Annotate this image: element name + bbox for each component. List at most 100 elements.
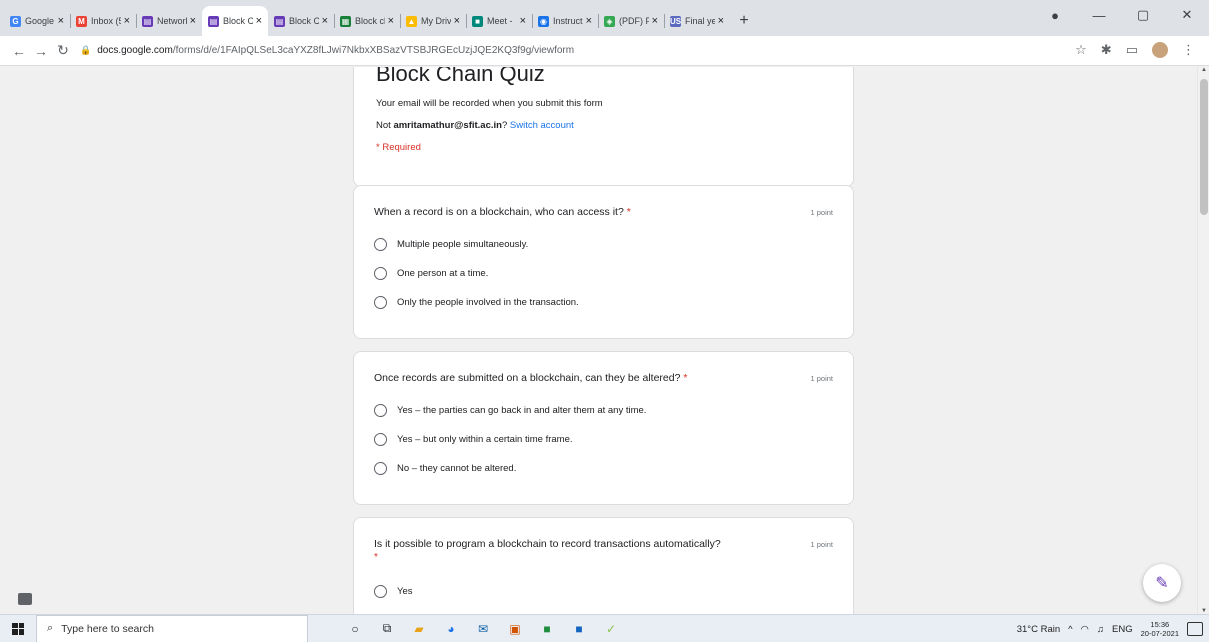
tab-title: (PDF) Fi (619, 16, 649, 26)
volume-icon[interactable]: ♫ (1097, 624, 1104, 635)
browser-tab[interactable]: G Google × (4, 6, 70, 36)
tab-favicon-icon: ▲ (406, 15, 417, 27)
required-star: * (374, 552, 378, 563)
browser-tab[interactable]: USFinal yea× (664, 6, 730, 36)
tab-close-icon[interactable]: × (454, 15, 460, 27)
radio-option[interactable]: Yes – the parties can go back in and alt… (374, 404, 833, 417)
tab-title: Block ch (355, 16, 385, 26)
profile-avatar[interactable] (1152, 42, 1168, 58)
feedback-icon[interactable] (18, 593, 32, 605)
browser-tab-strip: GGoogle×MInbox (5×▤Network×▤Block Ch×▤Bl… (0, 0, 1209, 36)
search-icon: ⌕ (47, 622, 54, 634)
close-window-button[interactable]: ✕ (1165, 7, 1209, 23)
radio-option[interactable]: Multiple people simultaneously. (374, 238, 833, 251)
tab-close-icon[interactable]: × (322, 15, 328, 27)
radio-option[interactable]: No – they cannot be altered. (374, 462, 833, 475)
language-indicator[interactable]: ENG (1112, 624, 1133, 635)
tab-close-icon[interactable]: × (718, 15, 724, 27)
app-icon-2[interactable]: ■ (570, 620, 588, 638)
tab-close-icon[interactable]: × (586, 15, 592, 27)
minimize-button[interactable]: — (1077, 8, 1121, 23)
taskbar-search-box[interactable]: ⌕ Type here to search (36, 614, 308, 642)
browser-tab[interactable]: ▤ Network× (136, 6, 202, 36)
browser-tab[interactable]: M Inbox (5 × (70, 6, 136, 36)
radio-button[interactable] (374, 267, 387, 280)
mail-icon[interactable]: ✉ (474, 620, 492, 638)
radio-button[interactable] (374, 433, 387, 446)
cortana-icon[interactable]: ○ (346, 620, 364, 638)
notification-center-icon[interactable] (1187, 622, 1203, 636)
radio-button[interactable] (374, 296, 387, 309)
bookmark-star-icon[interactable]: ☆ (1075, 42, 1087, 58)
extensions-icon[interactable]: ✱ (1101, 42, 1112, 58)
radio-option[interactable]: Yes (374, 585, 833, 598)
taskbar-apps: ○ ⧉ ▰ ◕ ✉ ▣ ■ ■ ✓ (346, 620, 620, 638)
browser-tab[interactable]: ■ Meet - × (466, 6, 532, 36)
tab-close-icon[interactable]: × (190, 15, 196, 27)
tab-title: Network (157, 16, 187, 26)
edit-pencil-icon[interactable]: ✎ (1143, 564, 1181, 602)
question-card-2: Once records are submitted on a blockcha… (353, 351, 854, 505)
task-view-icon[interactable]: ⧉ (378, 620, 396, 638)
radio-option[interactable]: Yes – but only within a certain time fra… (374, 433, 833, 446)
app-icon[interactable]: ■ (538, 620, 556, 638)
address-bar[interactable]: 🔒 docs.google.com/forms/d/e/1FAIpQLSeL3c… (80, 45, 574, 56)
new-tab-button[interactable]: + (730, 6, 758, 36)
window-controls: ● — ▢ ✕ (1033, 0, 1209, 30)
tab-close-icon[interactable]: × (124, 15, 130, 27)
url-host: docs.google.com (97, 45, 173, 56)
back-button[interactable]: ← (8, 43, 30, 59)
tab-close-icon[interactable]: × (58, 15, 64, 27)
page-viewport: Block Chain Quiz Your email will be reco… (0, 67, 1197, 614)
clock[interactable]: 15:36 20-07-2021 (1141, 620, 1179, 638)
tab-title: Meet - (487, 16, 513, 26)
browser-tab[interactable]: ▤ Block Ch× (268, 6, 334, 36)
radio-button[interactable] (374, 585, 387, 598)
browser-tab[interactable]: ◈ (PDF) Fi× (598, 6, 664, 36)
tab-close-icon[interactable]: × (256, 15, 262, 27)
edge-icon[interactable]: ◕ (442, 620, 460, 638)
page-scrollbar[interactable]: ▲ ▼ (1197, 67, 1209, 614)
tab-close-icon[interactable]: × (652, 15, 658, 27)
reading-list-icon[interactable]: ▭ (1126, 42, 1138, 58)
maximize-button[interactable]: ▢ (1121, 7, 1165, 23)
start-button[interactable] (0, 622, 36, 635)
toolbar-icons: ☆ ✱ ▭ ⋮ (1075, 42, 1195, 58)
question-points: 1 point (810, 374, 833, 383)
scrollbar-thumb[interactable] (1200, 79, 1208, 215)
tab-close-icon[interactable]: × (388, 15, 394, 27)
app-icon-3[interactable]: ✓ (602, 620, 620, 638)
tab-close-icon[interactable]: × (520, 15, 526, 27)
switch-account-link[interactable]: Switch account (510, 120, 574, 131)
option-label: Only the people involved in the transact… (397, 297, 579, 308)
system-tray: 31°C Rain ^ ◠ ♫ ENG 15:36 20-07-2021 (1017, 615, 1203, 642)
browser-tab[interactable]: ◉ Instructi × (532, 6, 598, 36)
scroll-up-icon[interactable]: ▲ (1198, 67, 1209, 73)
radio-button[interactable] (374, 404, 387, 417)
reload-button[interactable]: ↻ (52, 42, 74, 59)
option-label: No – they cannot be altered. (397, 463, 517, 474)
not-prefix: Not (376, 120, 394, 131)
radio-option[interactable]: One person at a time. (374, 267, 833, 280)
radio-button[interactable] (374, 238, 387, 251)
browser-tab[interactable]: ▤ Block Ch× (202, 6, 268, 36)
tab-title: Block Ch (223, 16, 253, 26)
weather-widget[interactable]: 31°C Rain (1017, 624, 1060, 635)
option-label: Yes – but only within a certain time fra… (397, 434, 573, 445)
browser-tab[interactable]: ▲ My Drive× (400, 6, 466, 36)
store-icon[interactable]: ▣ (506, 620, 524, 638)
question-mark: ? (501, 120, 508, 131)
option-label: Yes (397, 586, 413, 597)
menu-icon[interactable]: ⋮ (1182, 42, 1195, 58)
file-explorer-icon[interactable]: ▰ (410, 620, 428, 638)
tray-chevron-icon[interactable]: ^ (1068, 624, 1072, 635)
profile-dot-icon[interactable]: ● (1033, 8, 1077, 23)
option-label: Multiple people simultaneously. (397, 239, 529, 250)
forward-button[interactable]: → (30, 43, 52, 59)
wifi-icon[interactable]: ◠ (1081, 624, 1089, 635)
question-card-1: When a record is on a blockchain, who ca… (353, 185, 854, 339)
tab-favicon-icon: US (669, 15, 682, 27)
radio-button[interactable] (374, 462, 387, 475)
browser-tab[interactable]: ▦ Block ch× (334, 6, 400, 36)
radio-option[interactable]: Only the people involved in the transact… (374, 296, 833, 309)
